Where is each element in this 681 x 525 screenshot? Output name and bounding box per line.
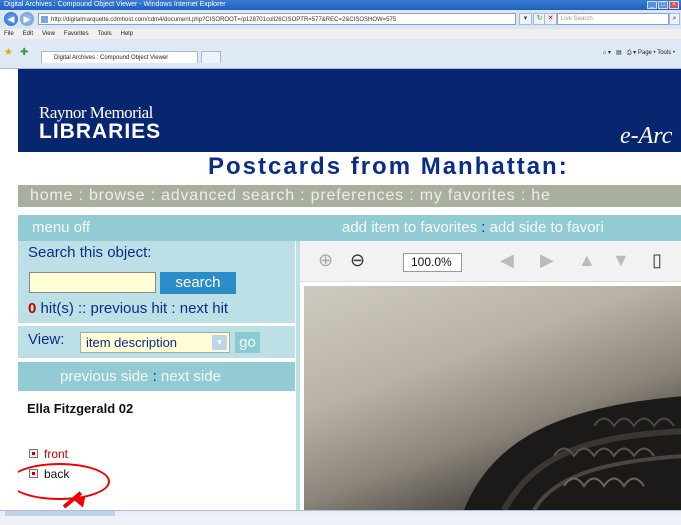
page-icon [41, 16, 48, 23]
zoom-in-icon[interactable]: ⊕ [318, 250, 333, 271]
forward-nav-button[interactable]: ▶ [20, 12, 34, 26]
hits-nav[interactable]: hit(s) :: previous hit : next hit [41, 300, 229, 317]
maximize-button[interactable]: □ [658, 1, 668, 9]
go-button[interactable]: go [235, 332, 260, 353]
view-box: View: item description ▾ go [18, 326, 295, 358]
view-select[interactable]: item description ▾ [80, 332, 230, 353]
pan-up-icon[interactable]: ▲ [578, 250, 596, 271]
web-page: Raynor Memorial LIBRARIES e-Arc Postcard… [18, 69, 681, 510]
add-item-to-favorites-link[interactable]: add item to favorites [342, 219, 477, 236]
feeds-icon[interactable]: ▤ [616, 50, 622, 56]
search-object-label: Search this object: [28, 244, 152, 261]
previous-side-link[interactable]: previous side [60, 368, 148, 385]
favorites-star-icon[interactable]: ★ [4, 47, 13, 58]
image-viewer: ⊕ ⊖ 100.0% ◀ ▶ ▲ ▼ ▯ [296, 241, 681, 510]
back-nav-button[interactable]: ◀ [4, 12, 18, 26]
add-favorites-icon[interactable]: ✚ [20, 47, 28, 58]
viewer-toolbar: ⊕ ⊖ 100.0% ◀ ▶ ▲ ▼ ▯ [300, 241, 681, 282]
search-icon[interactable]: ⌕ [669, 13, 680, 25]
view-label: View: [28, 331, 65, 348]
pan-right-icon[interactable]: ▶ [540, 250, 554, 271]
hits-count: 0 [28, 300, 37, 317]
photo-texture [464, 396, 681, 510]
menu-off-link[interactable]: menu off [32, 215, 90, 241]
menu-favorites[interactable]: Favorites [64, 31, 89, 37]
live-search-input[interactable]: Live Search ⌕ [557, 13, 680, 25]
menu-edit[interactable]: Edit [23, 31, 33, 37]
menu-help[interactable]: Help [121, 31, 133, 37]
site-banner: Raynor Memorial LIBRARIES e-Arc [18, 69, 681, 152]
separator: : [152, 368, 157, 385]
tool-row: menu off add item to favorites : add sid… [18, 215, 681, 241]
item-title: Ella Fitzgerald 02 [27, 401, 134, 416]
window-title: Digital Archives : Compound Object Viewe… [4, 1, 226, 8]
status-bar [0, 516, 681, 525]
tab-bar: ★ ✚ Digital Archives : Compound Object V… [0, 39, 681, 69]
collection-title: Postcards from Manhattan: [208, 153, 569, 180]
next-side-link[interactable]: next side [161, 368, 221, 385]
annotation-circle [18, 463, 110, 500]
object-search-input[interactable] [29, 272, 156, 293]
zoom-level-field[interactable]: 100.0% [403, 253, 462, 272]
banner-earchives-text: e-Arc [620, 123, 673, 149]
new-tab-button[interactable] [201, 51, 221, 63]
full-page-icon[interactable]: ▯ [652, 250, 662, 271]
address-input[interactable]: http://digitalmarquette.cdmhost.com/cdm4… [38, 13, 516, 25]
address-toolbar: ◀ ▶ http://digitalmarquette.cdmhost.com/… [0, 10, 681, 29]
logo-line-2: LIBRARIES [39, 120, 162, 143]
window-title-bar: Digital Archives : Compound Object Viewe… [0, 0, 681, 10]
search-button[interactable]: search [160, 272, 236, 294]
postcard-image[interactable] [304, 286, 681, 510]
dropdown-icon[interactable]: ▾ [519, 13, 532, 25]
page-link-front[interactable]: front [29, 447, 68, 461]
menu-file[interactable]: File [4, 31, 14, 37]
left-panel: Search this object: search 0 hit(s) :: p… [18, 241, 295, 391]
zoom-out-icon[interactable]: ⊖ [350, 250, 365, 271]
side-nav: previous side : next side [18, 362, 295, 391]
menu-tools[interactable]: Tools [98, 31, 112, 37]
menu-view[interactable]: View [42, 31, 55, 37]
hits-line: 0 hit(s) :: previous hit : next hit [28, 300, 228, 317]
separator: : [481, 219, 486, 236]
site-nav[interactable]: home : browse : advanced search : prefer… [18, 185, 681, 207]
bullet-icon [29, 449, 38, 458]
close-button[interactable]: × [669, 1, 679, 9]
home-icon[interactable]: ⌂ ▾ [603, 50, 611, 56]
stop-icon[interactable]: ✕ [544, 13, 557, 25]
search-object-box: Search this object: search 0 hit(s) :: p… [18, 241, 295, 323]
command-bar[interactable]: ⌂ ▾ ▤ ⎙ ▾ Page • Tools • [603, 49, 675, 57]
print-icon[interactable]: ⎙ ▾ [627, 50, 636, 56]
pan-left-icon[interactable]: ◀ [500, 250, 514, 271]
tab-digital-archives[interactable]: Digital Archives : Compound Object Viewe… [41, 51, 198, 63]
chevron-down-icon[interactable]: ▾ [212, 335, 227, 350]
add-side-to-favorites-link[interactable]: add side to favori [490, 219, 604, 236]
minimize-button[interactable]: _ [647, 1, 657, 9]
page-tools-menu[interactable]: Page • Tools • [638, 50, 675, 56]
menu-bar: File Edit View Favorites Tools Help [0, 29, 681, 39]
pan-down-icon[interactable]: ▼ [612, 250, 630, 271]
